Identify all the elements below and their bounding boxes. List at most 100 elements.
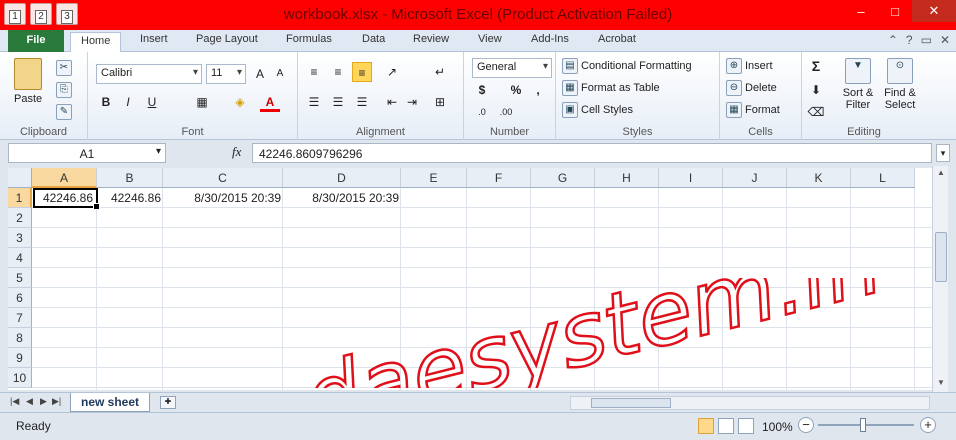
row-header-6[interactable]: 6 [8,288,32,308]
zoom-level[interactable]: 100% [762,420,793,434]
row-header-5[interactable]: 5 [8,268,32,288]
select-all-corner[interactable] [8,168,32,188]
format-cells-button[interactable]: ▦ Format [726,102,780,118]
column-header-k[interactable]: K [787,168,851,188]
currency-button[interactable]: $ [472,80,492,100]
minimize-button[interactable]: – [844,0,878,22]
horizontal-scroll-thumb[interactable] [591,398,671,408]
scroll-up-icon[interactable]: ▲ [935,168,947,180]
clear-icon[interactable]: ⌫ [806,102,826,122]
cut-icon[interactable]: ✂ [56,60,72,76]
column-header-d[interactable]: D [283,168,401,188]
row-header-2[interactable]: 2 [8,208,32,228]
close-button[interactable]: ✕ [912,0,956,22]
tab-insert[interactable]: Insert [140,33,168,45]
tab-page-layout[interactable]: Page Layout [196,33,258,45]
align-left-icon[interactable]: ☰ [304,92,324,112]
insert-function-button[interactable]: fx [232,144,241,160]
row-header-9[interactable]: 9 [8,348,32,368]
tab-acrobat[interactable]: Acrobat [598,33,636,45]
wrap-text-icon[interactable]: ↵ [430,62,450,82]
column-header-e[interactable]: E [401,168,467,188]
cell-d1[interactable]: 8/30/2015 20:39 [284,188,402,208]
delete-cells-button[interactable]: ⊖ Delete [726,80,777,96]
percent-button[interactable]: % [506,80,526,100]
font-name-combo[interactable]: Calibri [96,64,202,84]
zoom-slider[interactable] [818,418,914,432]
fill-icon[interactable]: ⬇ [806,80,826,100]
cell-styles-button[interactable]: ▣ Cell Styles [562,102,633,118]
tab-add-ins[interactable]: Add-Ins [531,33,569,45]
row-header-10[interactable]: 10 [8,368,32,388]
grow-font-icon[interactable]: A [250,64,270,84]
insert-sheet-icon[interactable]: ✚ [160,396,176,409]
column-header-l[interactable]: L [851,168,915,188]
find-select-button[interactable]: ⊙ Find & Select [880,58,920,111]
shrink-font-icon[interactable]: A [270,64,290,84]
column-header-a[interactable]: A [32,168,97,188]
maximize-button[interactable]: □ [878,0,912,22]
font-color-icon[interactable]: A [260,92,280,112]
decrease-indent-icon[interactable]: ⇤ [382,92,402,112]
align-bottom-icon[interactable]: ≡ [352,62,372,82]
column-header-b[interactable]: B [97,168,163,188]
cell-a1[interactable]: 42246.86 [33,188,100,210]
zoom-in-button[interactable]: + [920,417,936,433]
help-icon[interactable]: ? [906,33,913,47]
column-header-h[interactable]: H [595,168,659,188]
restore-icon[interactable]: ▭ [921,33,932,47]
align-top-icon[interactable]: ≡ [304,62,324,82]
next-sheet-icon[interactable]: ▶ [40,396,47,407]
tab-formulas[interactable]: Formulas [286,33,332,45]
row-header-8[interactable]: 8 [8,328,32,348]
expand-formula-icon[interactable]: ▾ [936,144,950,162]
bold-button[interactable]: B [96,92,116,112]
copy-icon[interactable]: ⎘ [56,82,72,98]
page-break-view-icon[interactable] [738,418,754,434]
increase-decimal-icon[interactable]: .0 [472,102,492,122]
close-workbook-icon[interactable]: ✕ [940,33,950,47]
cell-c1[interactable]: 8/30/2015 20:39 [164,188,284,208]
paste-button[interactable]: Paste [14,58,42,105]
tab-data[interactable]: Data [362,33,385,45]
vertical-scrollbar[interactable]: ▲ ▼ [932,166,948,392]
column-header-g[interactable]: G [531,168,595,188]
worksheet-grid[interactable]: ABCDEFGHIJKL 1 2 3 4 5 6 7 8 9 10 42246.86 42246.… [8,168,932,390]
format-as-table-button[interactable]: ▦ Format as Table [562,80,660,96]
chevron-down-icon[interactable]: ▾ [156,146,161,157]
column-header-c[interactable]: C [163,168,283,188]
column-header-j[interactable]: J [723,168,787,188]
vertical-scroll-thumb[interactable] [935,232,947,282]
page-layout-view-icon[interactable] [718,418,734,434]
name-box[interactable]: A1 ▾ [8,143,166,163]
row-header-3[interactable]: 3 [8,228,32,248]
conditional-formatting-button[interactable]: ▤ Conditional Formatting [562,58,692,74]
normal-view-icon[interactable] [698,418,714,434]
last-sheet-icon[interactable]: ▶| [52,396,61,407]
decrease-decimal-icon[interactable]: .00 [496,102,516,122]
sheet-tab[interactable]: new sheet [70,393,151,412]
sort-filter-button[interactable]: ▼ Sort & Filter [838,58,878,111]
autosum-button[interactable]: Σ [806,56,826,76]
row-header-4[interactable]: 4 [8,248,32,268]
align-center-icon[interactable]: ☰ [328,92,348,112]
borders-icon[interactable]: ▦ [192,92,212,112]
orientation-icon[interactable]: ↗ [382,62,402,82]
horizontal-scrollbar[interactable] [570,396,930,410]
fill-color-icon[interactable]: ◈ [230,92,250,112]
row-header-1[interactable]: 1 [8,188,32,208]
row-header-7[interactable]: 7 [8,308,32,328]
column-header-i[interactable]: I [659,168,723,188]
tab-file[interactable]: File [8,30,64,52]
number-format-combo[interactable]: General [472,58,552,78]
first-sheet-icon[interactable]: |◀ [10,396,19,407]
align-middle-icon[interactable]: ≡ [328,62,348,82]
align-right-icon[interactable]: ☰ [352,92,372,112]
column-header-f[interactable]: F [467,168,531,188]
tab-view[interactable]: View [478,33,502,45]
scroll-down-icon[interactable]: ▼ [935,378,947,390]
minimize-ribbon-icon[interactable]: ⌃ [888,33,898,47]
tab-review[interactable]: Review [413,33,449,45]
merge-center-icon[interactable]: ⊞ [430,92,450,112]
cell-b1[interactable]: 42246.86 [98,188,164,208]
